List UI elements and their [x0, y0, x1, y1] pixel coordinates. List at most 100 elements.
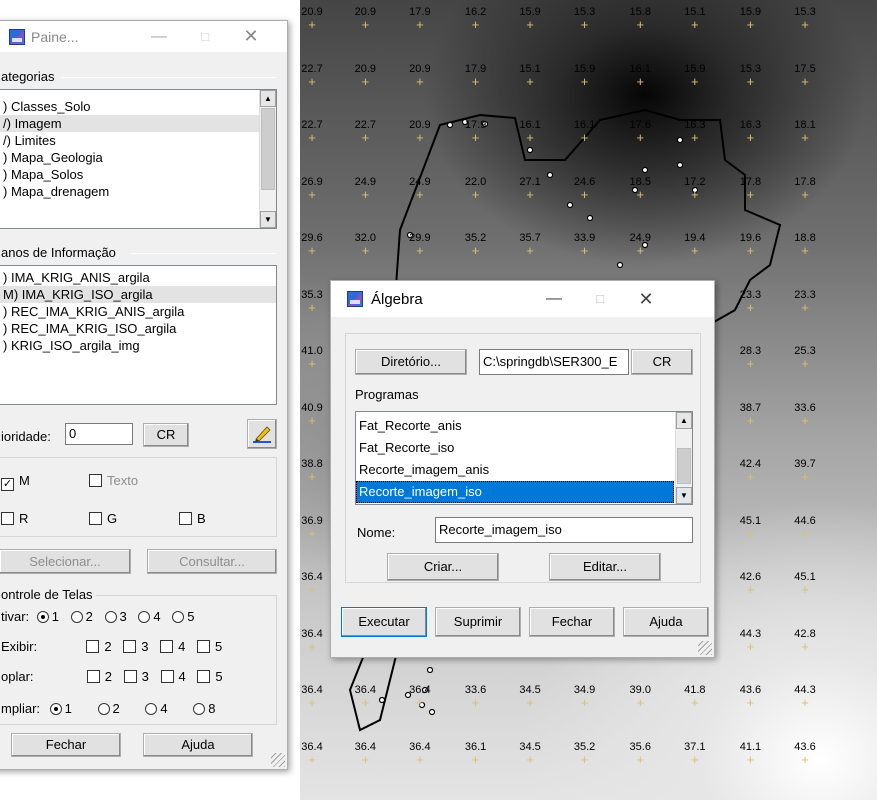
- grid-node-marker: +: [471, 130, 480, 145]
- grid-node-marker: +: [308, 582, 316, 597]
- scroll-up-icon[interactable]: ▲: [260, 90, 276, 107]
- plano-item-label: IMA_KRIG_ANIS_argila: [10, 270, 150, 285]
- g-checkbox[interactable]: G: [89, 511, 117, 526]
- ativar-radio-3[interactable]: [104, 611, 117, 623]
- categoria-item[interactable]: ) Mapa_Geologia: [0, 149, 259, 166]
- ativar-radio-1[interactable]: [36, 611, 49, 623]
- close-icon[interactable]: ✕: [623, 281, 669, 317]
- b-checkbox-box[interactable]: [179, 512, 192, 525]
- acoplar-check-5[interactable]: [197, 670, 211, 683]
- exibir-check-2[interactable]: [86, 640, 100, 653]
- minimize-icon[interactable]: —: [531, 281, 577, 317]
- plano-item[interactable]: M) IMA_KRIG_ISO_argila: [0, 286, 276, 303]
- scroll-down-icon[interactable]: ▼: [260, 211, 276, 228]
- scroll-down-icon[interactable]: ▼: [676, 487, 692, 504]
- plano-item[interactable]: ) REC_IMA_KRIG_ISO_argila: [0, 320, 276, 337]
- criar-button[interactable]: Criar...: [387, 553, 499, 581]
- r-checkbox[interactable]: R: [1, 511, 28, 526]
- prioridade-input[interactable]: 0: [65, 423, 133, 445]
- grid-node-marker: +: [308, 299, 316, 315]
- scroll-up-icon[interactable]: ▲: [676, 412, 692, 429]
- scroll-thumb[interactable]: [261, 108, 275, 190]
- categorias-list[interactable]: ) Classes_Solo/) Imagem/) Limites) Mapa_…: [0, 89, 277, 229]
- planos-list[interactable]: ) IMA_KRIG_ANIS_argila M) IMA_KRIG_ISO_ar…: [0, 265, 277, 405]
- diretorio-button[interactable]: Diretório...: [355, 349, 467, 375]
- programa-item[interactable]: Recorte_imagem_iso: [356, 481, 674, 503]
- consultar-button[interactable]: Consultar...: [147, 549, 277, 574]
- painel-ajuda-button[interactable]: Ajuda: [143, 733, 253, 757]
- grid-node-marker: +: [308, 17, 316, 32]
- categorias-scrollbar[interactable]: ▲ ▼: [259, 90, 276, 228]
- grid-node-marker: +: [636, 695, 645, 710]
- ampliar-radio-8[interactable]: [193, 703, 206, 715]
- diretorio-input[interactable]: C:\springdb\SER300_E: [479, 349, 629, 375]
- texto-checkbox[interactable]: Texto: [89, 473, 138, 488]
- nome-input[interactable]: Recorte_imagem_iso: [435, 517, 693, 543]
- color-picker-button[interactable]: [247, 419, 277, 449]
- categoria-item[interactable]: ) Classes_Solo: [0, 98, 259, 115]
- acoplar-check-3[interactable]: [123, 670, 137, 683]
- selecionar-button[interactable]: Selecionar...: [0, 549, 131, 574]
- ativar-radio-5[interactable]: [172, 611, 185, 623]
- resize-grip[interactable]: [698, 641, 712, 655]
- r-checkbox-box[interactable]: [1, 512, 14, 525]
- close-icon[interactable]: ✕: [228, 21, 274, 52]
- grid-value: 29.6: [301, 232, 323, 244]
- painel-titlebar[interactable]: Paine... — □ ✕: [0, 21, 287, 52]
- plano-item[interactable]: ) KRIG_ISO_argila_img: [0, 337, 276, 354]
- grid-node-marker: +: [801, 412, 809, 428]
- grid-node-marker: +: [308, 356, 316, 371]
- programa-item[interactable]: Fat_Recorte_iso: [356, 437, 674, 459]
- painel-fechar-button[interactable]: Fechar: [11, 733, 121, 757]
- scroll-thumb[interactable]: [677, 448, 691, 484]
- algebra-window[interactable]: Álgebra — □ ✕ Diretório... C:\springdb\S…: [330, 280, 715, 658]
- programa-item[interactable]: Recorte_imagem_anis: [356, 459, 674, 481]
- grid-node-marker: +: [801, 695, 809, 710]
- ativar-radio-4[interactable]: [138, 611, 151, 623]
- grid-node-marker: +: [308, 751, 316, 767]
- algebra-fechar-button[interactable]: Fechar: [529, 607, 615, 637]
- categoria-item-label: Classes_Solo: [10, 99, 91, 114]
- acoplar-row: oplar: 2 3 4 5: [1, 669, 223, 684]
- texto-checkbox-box[interactable]: [89, 474, 102, 487]
- g-checkbox-box[interactable]: [89, 512, 102, 525]
- maximize-icon[interactable]: □: [182, 21, 228, 52]
- ampliar-radio-2[interactable]: [97, 703, 110, 715]
- programa-item[interactable]: Fat_Recorte_anis: [356, 415, 674, 437]
- acoplar-check-2[interactable]: [86, 670, 100, 683]
- minimize-icon[interactable]: —: [136, 21, 182, 52]
- exibir-check-3[interactable]: [123, 640, 137, 653]
- programas-list[interactable]: Fat_Recorte_anis Fat_Recorte_iso Recorte_i…: [355, 411, 693, 505]
- resize-grip[interactable]: [271, 753, 285, 767]
- ativar-row: tivar: 1 2 3 4 5: [1, 609, 195, 624]
- categoria-item[interactable]: ) Mapa_drenagem: [0, 183, 259, 200]
- m-checkbox[interactable]: ✓ M: [1, 473, 30, 491]
- exibir-check-4[interactable]: [160, 640, 174, 653]
- ativar-radio-2[interactable]: [70, 611, 83, 623]
- suprimir-button[interactable]: Suprimir: [435, 607, 521, 637]
- algebra-cr-button[interactable]: CR: [631, 349, 693, 375]
- ampliar-radio-1[interactable]: [49, 703, 62, 715]
- m-checkbox-box[interactable]: ✓: [1, 478, 14, 491]
- categoria-item[interactable]: ) Mapa_Solos: [0, 166, 259, 183]
- painel-controle-window[interactable]: Paine... — □ ✕ ategorias ) Classes_Solo /…: [0, 20, 288, 770]
- plano-item[interactable]: ) REC_IMA_KRIG_ANIS_argila: [0, 303, 276, 320]
- ampliar-radio-4[interactable]: [145, 703, 158, 715]
- b-checkbox[interactable]: B: [179, 511, 206, 526]
- plano-item-state: ): [3, 270, 11, 285]
- editar-button[interactable]: Editar...: [549, 553, 661, 581]
- grid-node-marker: +: [636, 751, 645, 767]
- programas-scrollbar[interactable]: ▲ ▼: [675, 412, 692, 504]
- categoria-item[interactable]: /) Imagem: [0, 115, 259, 132]
- plano-item[interactable]: ) IMA_KRIG_ANIS_argila: [0, 269, 276, 286]
- maximize-icon[interactable]: □: [577, 281, 623, 317]
- categoria-item-label: Mapa_drenagem: [10, 184, 110, 199]
- algebra-ajuda-button[interactable]: Ajuda: [623, 607, 709, 637]
- painel-cr-button[interactable]: CR: [143, 423, 189, 447]
- categoria-item[interactable]: /) Limites: [0, 132, 259, 149]
- executar-button[interactable]: Executar: [341, 607, 427, 637]
- exibir-check-5[interactable]: [196, 640, 210, 653]
- plano-item-label: REC_IMA_KRIG_ISO_argila: [10, 321, 177, 336]
- algebra-titlebar[interactable]: Álgebra — □ ✕: [331, 281, 714, 317]
- acoplar-check-4[interactable]: [160, 670, 174, 683]
